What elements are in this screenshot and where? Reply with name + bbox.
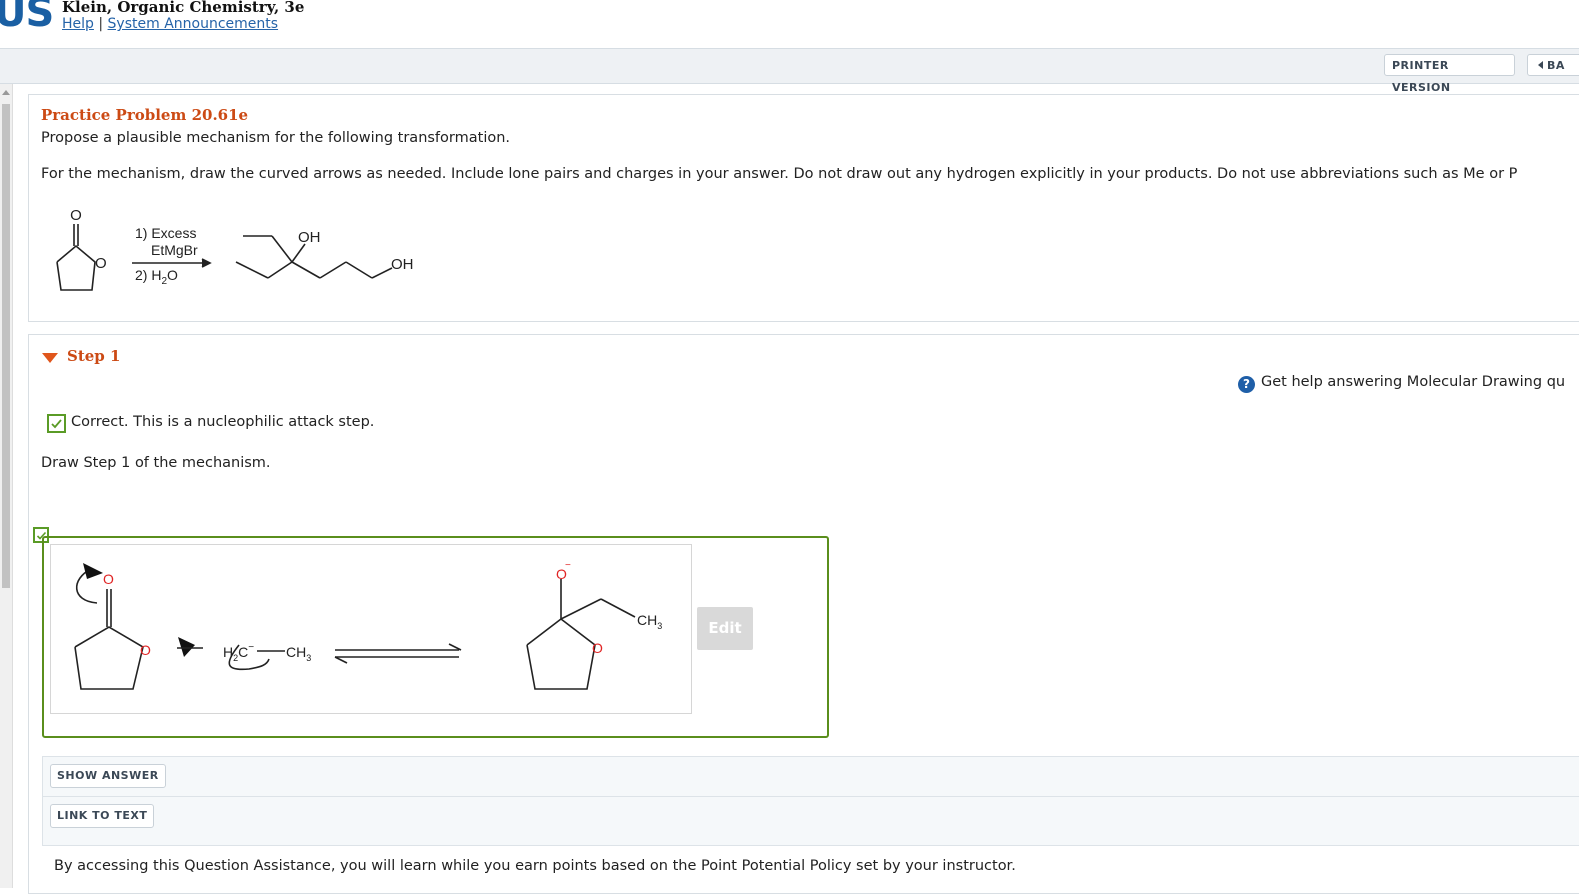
announcements-link[interactable]: System Announcements — [108, 16, 279, 32]
question-assistance-panel — [42, 756, 1579, 846]
link-separator: | — [98, 16, 104, 32]
methyl-group: CH3 — [286, 644, 311, 663]
ring-oxygen: O — [140, 642, 151, 658]
reagent-grignard: EtMgBr — [151, 242, 198, 258]
feedback-text: Correct. This is a nucleophilic attack s… — [71, 414, 375, 430]
reaction-scheme: O O 1) Excess EtMgBr 2) H2O OH OH — [56, 207, 414, 291]
problem-title: Practice Problem 20.61e — [41, 106, 249, 124]
molecular-drawing-help-link[interactable]: ? Get help answering Molecular Drawing qu — [1238, 374, 1565, 393]
assist-divider — [42, 796, 1579, 797]
problem-instructions: For the mechanism, draw the curved arrow… — [41, 166, 1518, 182]
step-label[interactable]: Step 1 — [67, 347, 120, 365]
draw-prompt: Draw Step 1 of the mechanism. — [41, 455, 271, 471]
brand-logo: US — [0, 0, 54, 36]
problem-prompt: Propose a plausible mechanism for the fo… — [41, 130, 511, 146]
help-text: Get help answering Molecular Drawing qu — [1261, 374, 1566, 390]
assistance-policy-text: By accessing this Question Assistance, y… — [54, 858, 1016, 874]
product-hydroxyl-2: OH — [391, 256, 414, 273]
collapse-triangle-icon[interactable] — [42, 353, 58, 363]
reagent-step-2: 2) H2O — [135, 267, 178, 287]
alkoxide-charge: − — [565, 560, 571, 571]
product-hydroxyl-1: OH — [298, 229, 321, 246]
chevron-left-icon — [1538, 61, 1543, 69]
book-title: Klein, Organic Chemistry, 3e — [62, 0, 305, 16]
toolbar: PRINTER VERSION BA — [0, 49, 1579, 94]
app-header: US Klein, Organic Chemistry, 3e Help | S… — [0, 0, 1579, 49]
back-label: BA — [1547, 59, 1565, 72]
ring-oxygen-label: O — [95, 255, 107, 272]
correct-check-icon — [47, 414, 66, 433]
back-button[interactable]: BA — [1527, 54, 1579, 76]
carbonyl-oxygen: O — [103, 571, 114, 587]
carbonyl-oxygen-label: O — [70, 207, 82, 224]
scroll-thumb[interactable] — [2, 104, 10, 588]
link-to-text-button[interactable]: LINK TO TEXT — [50, 804, 155, 828]
mechanism-drawing: O O H2C− CH3 O − O CH3 — [74, 560, 662, 690]
header-links: Help | System Announcements — [62, 16, 278, 32]
help-link[interactable]: Help — [62, 16, 94, 32]
printer-version-button[interactable]: PRINTER VERSION — [1384, 54, 1515, 94]
molecule-canvas[interactable]: O O H2C− CH3 O − O CH3 — [50, 544, 692, 714]
product-methyl: CH3 — [637, 612, 662, 631]
product-ring-oxygen: O — [592, 640, 603, 656]
question-icon: ? — [1238, 376, 1255, 393]
scroll-up-arrow-icon[interactable] — [2, 90, 10, 95]
reagent-step-1: 1) Excess — [135, 225, 196, 241]
show-answer-button[interactable]: SHOW ANSWER — [50, 764, 166, 788]
edit-button[interactable]: Edit — [697, 607, 753, 650]
vertical-scrollbar[interactable] — [0, 84, 13, 888]
ethyl-carbanion: H2C− — [223, 642, 254, 663]
